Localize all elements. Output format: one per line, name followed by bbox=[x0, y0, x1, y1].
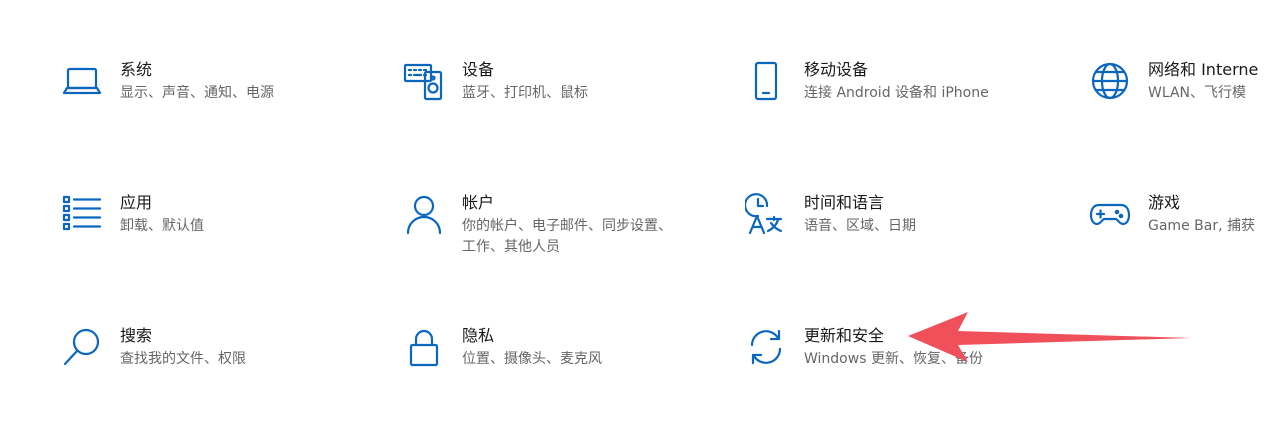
apps-list-icon bbox=[58, 190, 106, 238]
keyboard-speaker-icon bbox=[400, 57, 448, 105]
tile-title: 网络和 Interne bbox=[1148, 60, 1259, 79]
settings-tile-privacy[interactable]: 隐私 位置、摄像头、麦克风 bbox=[400, 323, 602, 371]
tile-description: 卸载、默认值 bbox=[120, 218, 204, 234]
settings-tile-devices[interactable]: 设备 蓝牙、打印机、鼠标 bbox=[400, 57, 588, 105]
globe-icon bbox=[1086, 57, 1134, 105]
tile-title: 隐私 bbox=[462, 326, 495, 345]
tile-description: Game Bar, 捕获 bbox=[1148, 218, 1255, 234]
tile-title: 帐户 bbox=[462, 193, 495, 212]
settings-tile-phone[interactable]: 移动设备 连接 Android 设备和 iPhone bbox=[742, 57, 989, 105]
search-icon bbox=[58, 323, 106, 371]
tile-description: 位置、摄像头、麦克风 bbox=[462, 351, 602, 367]
settings-tile-time-language[interactable]: 时间和语言 语音、区域、日期 bbox=[742, 190, 916, 238]
settings-tile-gaming[interactable]: 游戏 Game Bar, 捕获 bbox=[1086, 190, 1255, 238]
time-language-icon bbox=[742, 190, 790, 238]
settings-tile-accounts[interactable]: 帐户 你的帐户、电子邮件、同步设置、工作、其他人员 bbox=[400, 190, 672, 258]
tile-title: 时间和语言 bbox=[804, 193, 885, 212]
tile-description: 显示、声音、通知、电源 bbox=[120, 85, 274, 101]
sync-icon bbox=[742, 323, 790, 371]
annotation-arrow bbox=[908, 312, 1192, 362]
tile-title: 系统 bbox=[120, 60, 153, 79]
tile-description: 语音、区域、日期 bbox=[804, 218, 916, 234]
laptop-icon bbox=[58, 57, 106, 105]
tile-description: 蓝牙、打印机、鼠标 bbox=[462, 85, 588, 101]
settings-tile-apps[interactable]: 应用 卸载、默认值 bbox=[58, 190, 204, 238]
settings-tile-system[interactable]: 系统 显示、声音、通知、电源 bbox=[58, 57, 274, 105]
person-icon bbox=[400, 190, 448, 238]
tile-description: 连接 Android 设备和 iPhone bbox=[804, 85, 989, 101]
settings-tile-network[interactable]: 网络和 Interne WLAN、飞行模 bbox=[1086, 57, 1258, 105]
tile-title: 应用 bbox=[120, 193, 153, 212]
tile-title: 搜索 bbox=[120, 326, 153, 345]
lock-icon bbox=[400, 323, 448, 371]
tile-title: 设备 bbox=[462, 60, 495, 79]
tile-title: 游戏 bbox=[1148, 193, 1181, 212]
tile-description: 你的帐户、电子邮件、同步设置、工作、其他人员 bbox=[462, 218, 672, 255]
tile-title: 移动设备 bbox=[804, 60, 869, 79]
tile-description: WLAN、飞行模 bbox=[1148, 85, 1247, 101]
phone-icon bbox=[742, 57, 790, 105]
gamepad-icon bbox=[1086, 190, 1134, 238]
settings-tile-search[interactable]: 搜索 查找我的文件、权限 bbox=[58, 323, 246, 371]
tile-description: 查找我的文件、权限 bbox=[120, 351, 246, 367]
